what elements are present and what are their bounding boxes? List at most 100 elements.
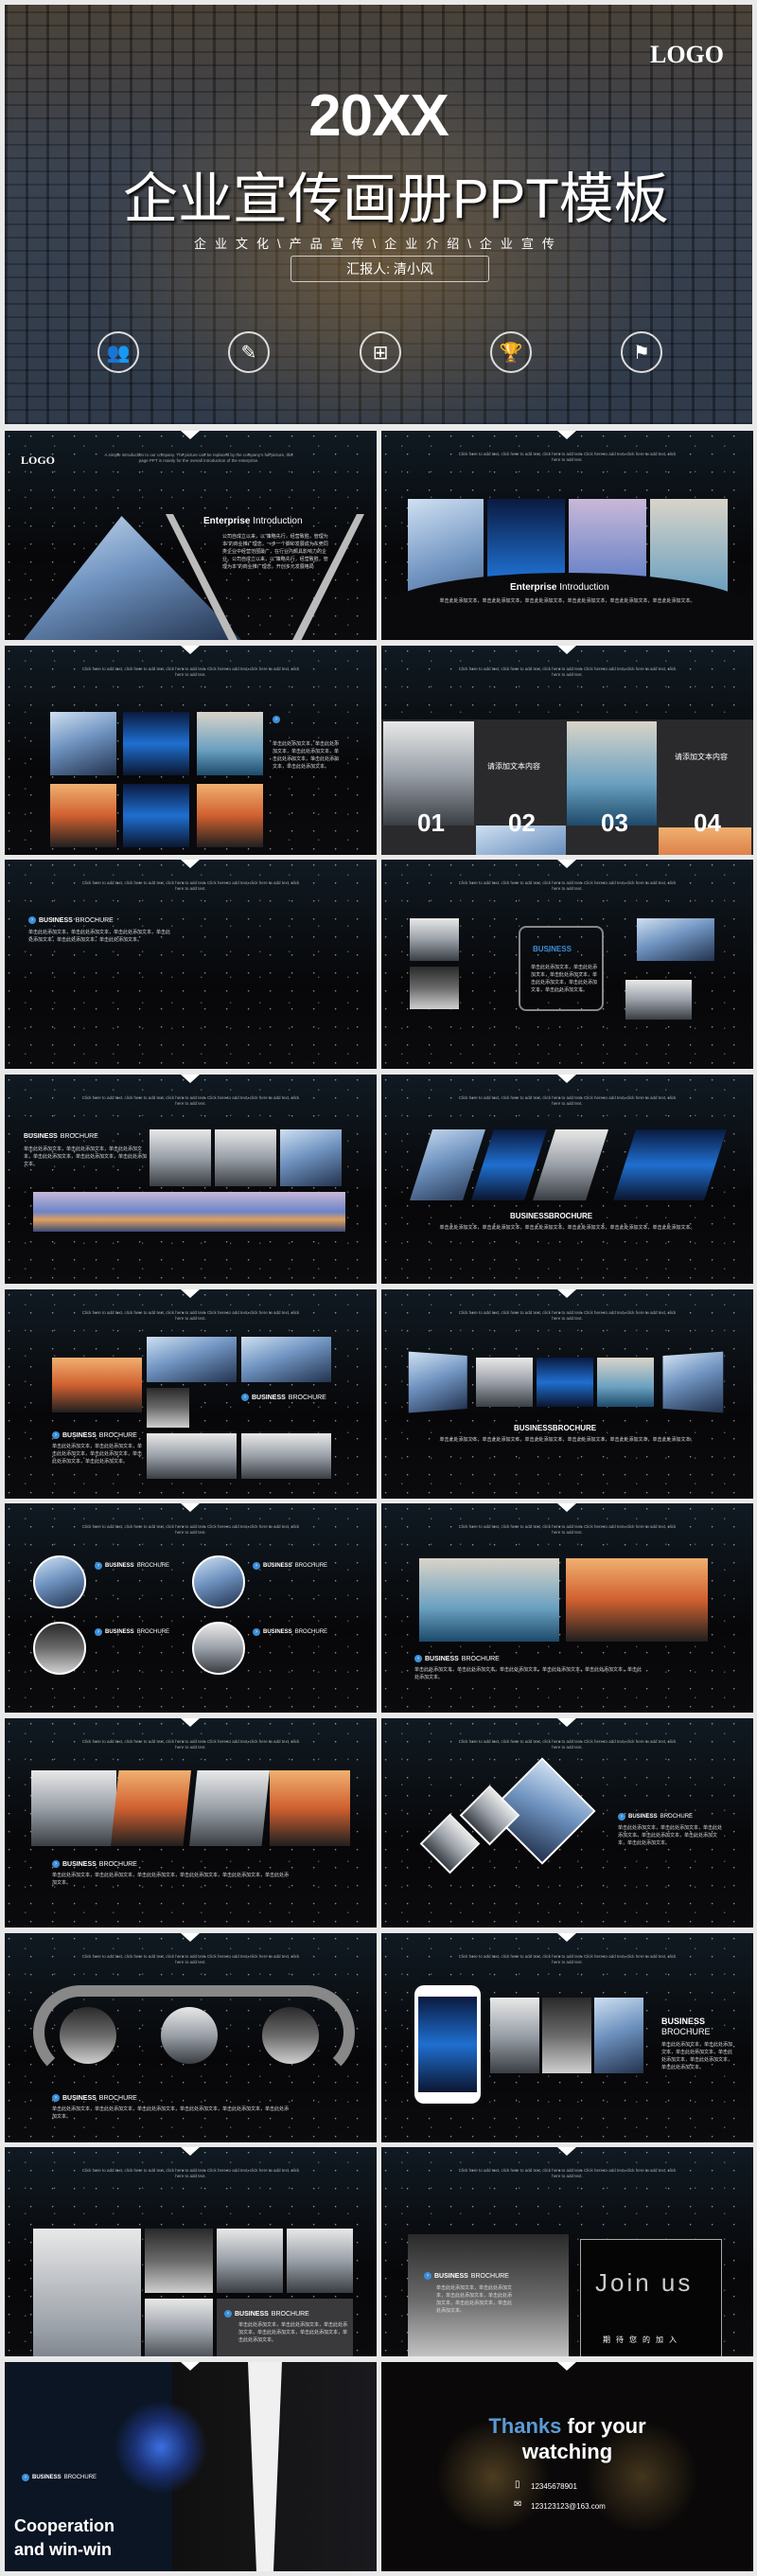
phone-icon: ▯ bbox=[515, 2479, 520, 2490]
circle-photo bbox=[33, 1555, 86, 1608]
caption: Click here to add text, click here to ad… bbox=[458, 1954, 677, 1964]
section-title: Enterprise Introduction bbox=[510, 582, 609, 593]
slide-numbered: Click here to add text, click here to ad… bbox=[381, 646, 753, 855]
brochure-heading: BUSINESSBROCHURE bbox=[510, 1212, 593, 1220]
slide-wave-circles: Click here to add text, click here to ad… bbox=[5, 1933, 377, 2142]
photo bbox=[410, 918, 459, 961]
flag-icon: ⚑ bbox=[621, 331, 662, 373]
logo: LOGO bbox=[649, 41, 724, 68]
brochure-heading: › BUSINESS BROCHURE bbox=[241, 1394, 326, 1401]
join-subtitle: 期待您的加入 bbox=[603, 2336, 682, 2344]
body-text: 单击此处添加文本，单击此处添加文本，单击此处添加文本，单击此处添加文本，单击此处… bbox=[273, 741, 340, 770]
photo bbox=[31, 1770, 116, 1846]
cover-title: 企业宣传画册PPT模板 bbox=[123, 169, 669, 230]
body-text: 单击此处添加文本，单击此处添加文本，单击此处添加文本，单击此处添加文本，单击此处… bbox=[439, 1437, 695, 1443]
photo bbox=[52, 1358, 142, 1412]
arch-photos bbox=[22, 973, 362, 1039]
caption: A simple introduction to our company. Th… bbox=[104, 453, 293, 463]
arrow-icon: › bbox=[273, 716, 280, 723]
brochure-heading: › BUSINESS BROCHURE bbox=[52, 1431, 137, 1439]
photo bbox=[123, 784, 189, 847]
slide-parallelograms: Click here to add text, click here to ad… bbox=[381, 1075, 753, 1284]
slide-cooperation: › BUSINESS BROCHURE Cooperation and win-wi… bbox=[5, 2362, 377, 2571]
mail-icon: ✉ bbox=[514, 2499, 522, 2510]
section-title: Enterprise Introduction bbox=[203, 516, 303, 526]
caption: Click here to add text, click here to ad… bbox=[81, 2168, 300, 2178]
brochure-heading: › BUSINESS BROCHURE bbox=[28, 916, 114, 924]
photo bbox=[33, 2229, 141, 2356]
body-text: 单击此处添加文本，单击此处添加文本，单击此处添加文本，单击此处添加文本，单击此处… bbox=[28, 930, 171, 943]
slide-join-us: Click here to add text, click here to ad… bbox=[381, 2147, 753, 2356]
slide-mosaic: Click here to add text, click here to ad… bbox=[5, 1289, 377, 1499]
number: 04 bbox=[694, 808, 721, 837]
phone-mockup bbox=[414, 1985, 481, 2104]
body-text: 单击此处添加文本，单击此处添加文本，单击此处添加文本，单击此处添加文本，单击此处… bbox=[52, 1873, 290, 1886]
photo bbox=[145, 2229, 213, 2293]
photo bbox=[217, 2229, 283, 2293]
network-globe bbox=[114, 2400, 208, 2495]
photo bbox=[147, 1433, 237, 1479]
phone-number: 12345678901 bbox=[531, 2482, 577, 2491]
cover-slide: LOGO 20XX 企业宣传画册PPT模板 企业文化\产品宣传\企业介绍\企业宣… bbox=[5, 5, 752, 424]
slide-photo-grid: Click here to add text, click here to ad… bbox=[5, 646, 377, 855]
body-text: 单击此处添加文本，单击此处添加文本，单击此处添加文本，单击此处添加文本，单击此处… bbox=[439, 1225, 695, 1231]
circle-photo bbox=[60, 2007, 116, 2064]
brochure-heading: › BUSINESS BROCHURE bbox=[52, 1860, 137, 1868]
brochure-heading: › BUSINESS BROCHURE bbox=[253, 1562, 327, 1570]
caption: Click here to add text, click here to ad… bbox=[458, 1310, 677, 1321]
photo bbox=[145, 2299, 213, 2356]
thanks-line-2: watching bbox=[521, 2440, 613, 2463]
slide-phone: Click here to add text, click here to ad… bbox=[381, 1933, 753, 2142]
circle-photo bbox=[192, 1555, 245, 1608]
slide-curved-two: Click here to add text, click here to ad… bbox=[381, 1503, 753, 1713]
caption: Click here to add text, click here to ad… bbox=[458, 1095, 677, 1106]
caption: Click here to add text, click here to ad… bbox=[458, 452, 677, 462]
photo bbox=[197, 784, 263, 847]
photo bbox=[662, 1351, 724, 1413]
photo bbox=[613, 1129, 727, 1200]
photo bbox=[50, 784, 116, 847]
body-text: 单击此处添加文本，单击此处添加文本，单击此处添加文本，单击此处添加文本，单击此处… bbox=[661, 2042, 733, 2070]
edit-icon: ✎ bbox=[228, 331, 270, 373]
number: 03 bbox=[601, 808, 628, 837]
circle-photo bbox=[192, 1622, 245, 1675]
photo bbox=[111, 1770, 191, 1846]
brochure-heading: › BUSINESS BROCHURE bbox=[424, 2272, 509, 2280]
caption: Click here to add text, click here to ad… bbox=[458, 880, 677, 891]
brochure-heading: › BUSINESS BROCHURE bbox=[618, 1813, 693, 1821]
shirt bbox=[248, 2362, 282, 2571]
building-photo bbox=[24, 516, 241, 640]
photo bbox=[537, 1358, 593, 1407]
brochure-heading: › BUSINESS BROCHURE bbox=[95, 1562, 169, 1570]
slide-quote: Click here to add text, click here to ad… bbox=[381, 860, 753, 1069]
photo bbox=[566, 1558, 708, 1642]
photo bbox=[471, 1129, 547, 1200]
photo bbox=[241, 1433, 331, 1479]
photo bbox=[287, 2229, 353, 2293]
logo: LOGO bbox=[21, 453, 56, 467]
caption: Click here to add text, click here to ad… bbox=[81, 1954, 300, 1964]
org-chart-icon: ⊞ bbox=[360, 331, 401, 373]
photo bbox=[147, 1388, 189, 1428]
photo bbox=[280, 1129, 342, 1186]
body-text: 单击此处添加文本，单击此处添加文本，单击此处添加文本，单击此处添加文本，单击此处… bbox=[618, 1825, 723, 1846]
slide-curved: Click here to add text, click here to ad… bbox=[381, 1289, 753, 1499]
join-title: Join us bbox=[595, 2268, 694, 2297]
photo bbox=[270, 1770, 350, 1846]
slide-slanted: Click here to add text, click here to ad… bbox=[5, 1718, 377, 1928]
caption: Click here to add text, click here to ad… bbox=[81, 880, 300, 891]
body-text: 单击此处添加文本，单击此处添加文本，单击此处添加文本，单击此处添加文本，单击此处… bbox=[414, 1667, 643, 1680]
photo bbox=[410, 1129, 485, 1200]
body-text: 单击此处添加文本，单击此处添加文本，单击此处添加文本，单击此处添加文本，单击此处… bbox=[24, 1146, 148, 1167]
item-title: 请添加文本内容 bbox=[487, 762, 540, 771]
slide-thanks: Thanks for your watching ▯ 12345678901 ✉… bbox=[381, 2362, 753, 2571]
brochure-heading: › BUSINESS BROCHURE bbox=[414, 1655, 500, 1662]
caption: Click here to add text, click here to ad… bbox=[458, 2168, 677, 2178]
caption: Click here to add text, click here to ad… bbox=[81, 1095, 300, 1106]
photo bbox=[197, 712, 263, 775]
number: 02 bbox=[508, 808, 536, 837]
slide-circles: Click here to add text, click here to ad… bbox=[5, 1503, 377, 1713]
brochure-heading: BUSINESSBROCHURE bbox=[514, 1424, 597, 1432]
brochure-heading: › BUSINESS BROCHURE bbox=[22, 2474, 97, 2481]
cover-year: 20XX bbox=[308, 83, 449, 149]
